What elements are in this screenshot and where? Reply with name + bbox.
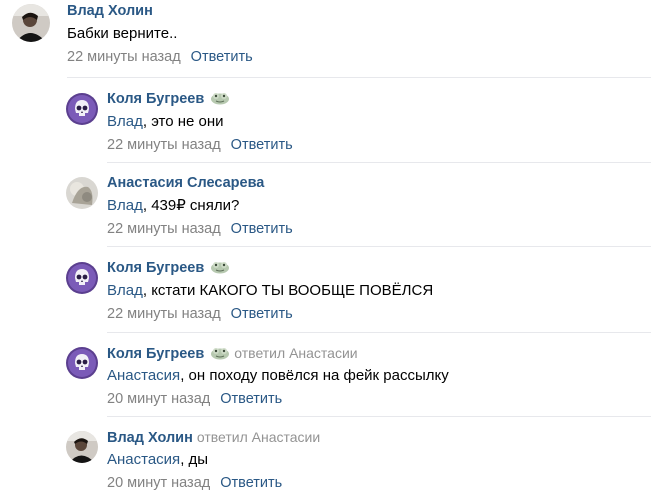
- user-photo-icon: [66, 431, 98, 463]
- comment-author[interactable]: Коля Бугреев: [107, 346, 204, 362]
- avatar-vlad[interactable]: [12, 4, 50, 42]
- avatar-anastasia[interactable]: [66, 177, 98, 209]
- separator: [107, 162, 651, 163]
- mention-link[interactable]: Влад: [107, 113, 143, 130]
- comment-time[interactable]: 22 минуты назад: [107, 221, 221, 237]
- user-photo-icon: [66, 177, 98, 209]
- comment-body: Влад Холин ответил Анастасии Анастасия, д…: [107, 426, 320, 495]
- reply-button[interactable]: Ответить: [191, 49, 253, 65]
- frog-sticker-icon: [210, 346, 230, 360]
- separator: [107, 246, 651, 247]
- frog-sticker-icon: [210, 260, 230, 274]
- comment-text: , кстати КАКОГО ТЫ ВООБЩЕ ПОВЁЛСЯ: [142, 282, 434, 299]
- comment-thread: Влад Холин Бабки верните.. 22 минуты наз…: [0, 0, 654, 503]
- comment-author[interactable]: Влад Холин: [107, 430, 193, 446]
- reply-button[interactable]: Ответить: [220, 391, 282, 407]
- comment-body: Анастасия Слесарева Влад, 439₽ сняли? 22…: [107, 172, 293, 241]
- comment-body: Коля Бугреев Влад, кстати КАКОГО ТЫ ВООБ…: [107, 257, 433, 326]
- mention-link[interactable]: Анастасия: [107, 367, 180, 384]
- comment-body: Коля Бугреев Влад, это не они 22 минуты …: [107, 88, 293, 157]
- avatar-kolya[interactable]: [66, 93, 98, 125]
- comment-time[interactable]: 20 минут назад: [107, 475, 210, 491]
- replied-to-link[interactable]: ответил Анастасии: [234, 345, 357, 361]
- skull-avatar-icon: [66, 347, 98, 379]
- comment-text: , 439₽ сняли?: [142, 197, 240, 214]
- avatar-kolya[interactable]: [66, 347, 98, 379]
- avatar-kolya[interactable]: [66, 262, 98, 294]
- comment-author[interactable]: Коля Бугреев: [107, 260, 204, 276]
- comment-author[interactable]: Анастасия Слесарева: [107, 175, 264, 191]
- reply-button[interactable]: Ответить: [220, 475, 282, 491]
- skull-avatar-icon: [66, 262, 98, 294]
- separator: [67, 77, 651, 78]
- comment-time[interactable]: 22 минуты назад: [67, 49, 181, 65]
- comment-author[interactable]: Коля Бугреев: [107, 91, 204, 107]
- comment-body: Коля Бугреев ответил Анастасии Анастасия,…: [107, 342, 449, 411]
- reply-button[interactable]: Ответить: [231, 137, 293, 153]
- comment-text: Бабки верните..: [67, 25, 178, 42]
- mention-link[interactable]: Влад: [107, 197, 143, 214]
- avatar-vlad[interactable]: [66, 431, 98, 463]
- comment-text: , это не они: [142, 113, 224, 130]
- skull-avatar-icon: [66, 93, 98, 125]
- user-photo-icon: [12, 4, 50, 42]
- comment-body: Влад Холин Бабки верните.. 22 минуты наз…: [67, 0, 253, 69]
- comment-text: , ды: [180, 451, 209, 468]
- separator: [107, 416, 651, 417]
- comment-time[interactable]: 22 минуты назад: [107, 137, 221, 153]
- reply-button[interactable]: Ответить: [231, 221, 293, 237]
- replied-to-link[interactable]: ответил Анастасии: [197, 429, 320, 445]
- reply-button[interactable]: Ответить: [231, 306, 293, 322]
- comment-author[interactable]: Влад Холин: [67, 3, 153, 19]
- comment-text: , он походу повёлся на фейк рассылку: [180, 367, 449, 384]
- separator: [107, 332, 651, 333]
- comment-time[interactable]: 22 минуты назад: [107, 306, 221, 322]
- frog-sticker-icon: [210, 91, 230, 105]
- mention-link[interactable]: Влад: [107, 282, 143, 299]
- mention-link[interactable]: Анастасия: [107, 451, 180, 468]
- comment-time[interactable]: 20 минут назад: [107, 391, 210, 407]
